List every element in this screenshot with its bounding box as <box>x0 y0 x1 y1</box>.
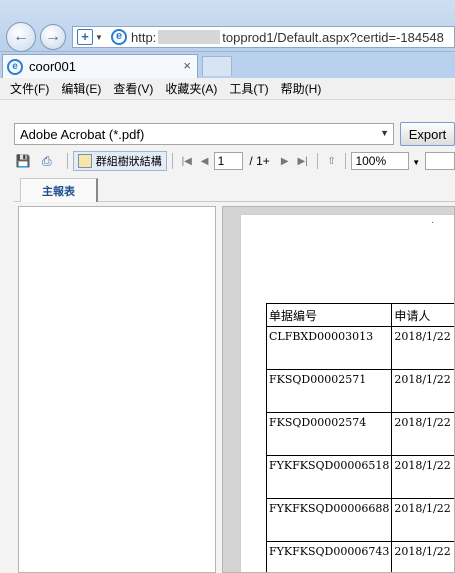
back-arrow-icon: ← <box>13 28 29 45</box>
cell-doc-number: FKSQD00002574 <box>265 412 393 456</box>
column-header-doc-number: 单据编号 <box>265 303 393 327</box>
report-viewer: Adobe Acrobat (*.pdf) ▼ Export 💾 ⎙ 群組樹狀結… <box>0 100 455 573</box>
table-row: FKSQD00002574 2018/1/22 <box>265 412 454 456</box>
url-text[interactable]: http: topprod1/Default.aspx?certid=-18454… <box>131 29 444 45</box>
url-redaction <box>158 29 221 44</box>
ie-page-icon: e <box>111 29 127 45</box>
table-header-row: 单据编号 申请人 <box>265 303 454 327</box>
cell-doc-number: FYKFKSQD00006518 <box>265 455 393 499</box>
zoom-value: 100% <box>355 154 387 168</box>
last-page-icon[interactable]: ▶| <box>294 156 312 167</box>
group-tree-label: 群組樹狀結構 <box>95 156 162 168</box>
chevron-down-icon[interactable]: ▼ <box>95 33 105 42</box>
back-button[interactable]: ← <box>6 22 36 52</box>
menu-edit[interactable]: 编辑(E) <box>55 80 107 97</box>
group-tree-icon <box>77 154 92 168</box>
report-table: 单据编号 申请人 CLFBXD00003013 2018/1/22 FKSQD0… <box>265 303 454 572</box>
drill-up-icon[interactable]: ⇧ <box>323 156 341 167</box>
browser-titlebar: ← → + ▼ e http: topprod1/Default.aspx?cer… <box>0 0 455 52</box>
group-tree-toggle[interactable]: 群組樹狀結構 <box>72 151 167 171</box>
cell-applicant: 2018/1/22 <box>391 541 454 572</box>
cell-doc-number: FKSQD00002571 <box>265 369 393 413</box>
search-input[interactable] <box>425 152 455 170</box>
page-total: / 1+ <box>249 154 270 168</box>
new-tab-button[interactable] <box>202 56 232 76</box>
table-row: FKSQD00002571 2018/1/22 <box>265 369 454 413</box>
zoom-select[interactable]: 100% ▼ <box>351 152 420 170</box>
cell-doc-number: FYKFKSQD00006743 <box>265 541 393 572</box>
next-page-icon[interactable]: ▶ <box>276 156 294 167</box>
column-header-applicant: 申请人 <box>391 303 454 327</box>
cell-doc-number: CLFBXD00003013 <box>265 326 393 370</box>
table-row: FYKFKSQD00006518 2018/1/22 <box>265 455 454 499</box>
ie-tab-icon: e <box>7 58 23 75</box>
menu-tools[interactable]: 工具(T) <box>223 80 274 97</box>
cell-applicant: 2018/1/22 <box>391 369 454 413</box>
cell-doc-number: FYKFKSQD00006688 <box>265 498 393 542</box>
report-content-area[interactable]: · 单据编号 申请人 CLFBXD00003013 2018/1/22 FKSQ… <box>222 206 455 573</box>
table-row: FYKFKSQD00006743 2018/1/22 <box>265 541 454 572</box>
menu-bar: 文件(F) 编辑(E) 查看(V) 收藏夹(A) 工具(T) 帮助(H) <box>0 78 455 100</box>
address-bar[interactable]: + ▼ e http: topprod1/Default.aspx?certid=… <box>72 26 455 48</box>
export-format-select[interactable]: Adobe Acrobat (*.pdf) ▼ <box>14 123 394 145</box>
cell-applicant: 2018/1/22 <box>391 326 454 370</box>
tab-main-report[interactable]: 主報表 <box>20 178 98 202</box>
cell-applicant: 2018/1/22 <box>391 498 454 542</box>
toolbar-divider <box>316 153 318 169</box>
add-favorite-icon[interactable]: + <box>77 29 93 45</box>
report-page: · 单据编号 申请人 CLFBXD00003013 2018/1/22 FKSQ… <box>241 215 454 572</box>
viewer-toolbar: 💾 ⎙ 群組樹狀結構 |◀ ◀ 1 / 1+ ▶ ▶| ⇧ 100% ▼ <box>14 150 455 172</box>
toolbar-divider <box>171 153 173 169</box>
tab-strip: e coor001 × <box>0 52 455 78</box>
table-row: CLFBXD00003013 2018/1/22 <box>265 326 454 370</box>
chevron-down-icon[interactable]: ▼ <box>412 155 420 171</box>
export-icon[interactable]: 💾 <box>14 153 32 169</box>
page-number-input[interactable]: 1 <box>213 152 244 170</box>
chevron-down-icon[interactable]: ▼ <box>380 128 389 138</box>
tab-title: coor001 <box>29 59 76 74</box>
export-button[interactable]: Export <box>400 122 455 146</box>
prev-page-icon[interactable]: ◀ <box>196 156 214 167</box>
cell-applicant: 2018/1/22 <box>391 455 454 499</box>
cell-applicant: 2018/1/22 <box>391 412 454 456</box>
toolbar-divider <box>345 153 347 169</box>
forward-button[interactable]: → <box>40 24 66 50</box>
menu-help[interactable]: 帮助(H) <box>275 80 328 97</box>
browser-tab-active[interactable]: e coor001 × <box>2 54 198 78</box>
group-tree-panel[interactable] <box>18 206 216 573</box>
print-icon[interactable]: ⎙ <box>38 153 56 169</box>
tab-close-icon[interactable]: × <box>183 58 191 73</box>
menu-file[interactable]: 文件(F) <box>4 80 55 97</box>
first-page-icon[interactable]: |◀ <box>178 156 196 167</box>
page-marker: · <box>431 217 435 228</box>
report-tabs: 主報表 <box>14 178 455 202</box>
table-row: FYKFKSQD00006688 2018/1/22 <box>265 498 454 542</box>
menu-favorites[interactable]: 收藏夹(A) <box>159 80 223 97</box>
forward-arrow-icon: → <box>45 28 61 45</box>
toolbar-divider <box>66 153 68 169</box>
menu-view[interactable]: 查看(V) <box>107 80 159 97</box>
export-format-value: Adobe Acrobat (*.pdf) <box>20 126 145 142</box>
